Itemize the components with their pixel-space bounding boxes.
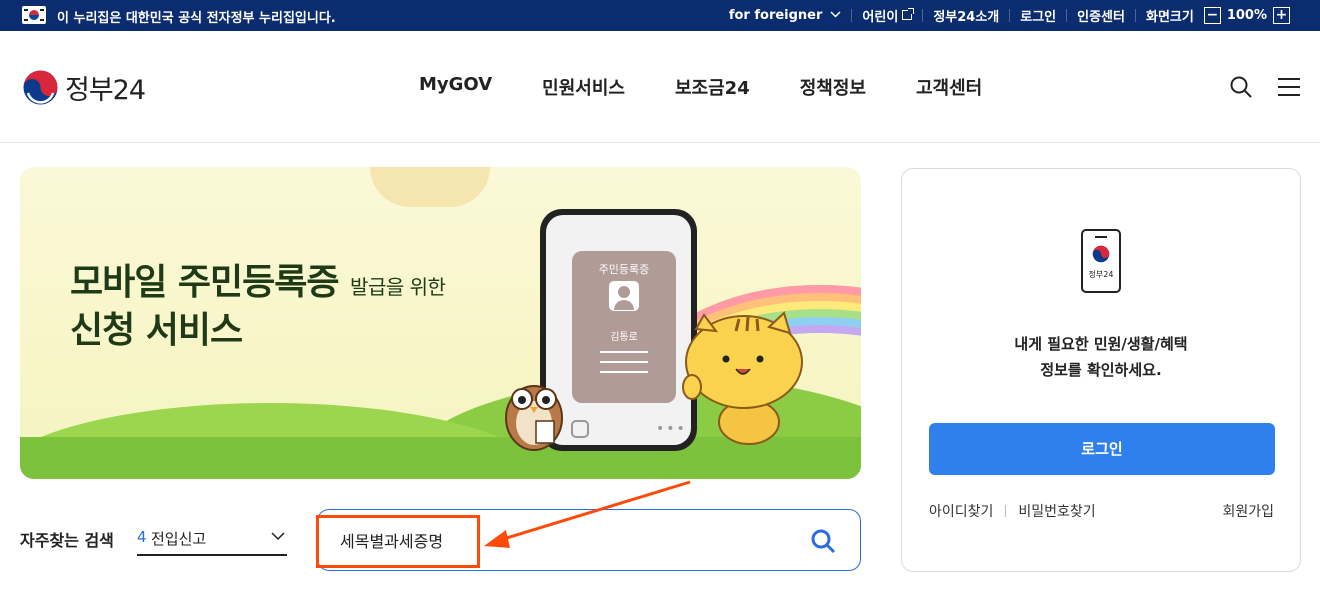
sign-up-link[interactable]: 회원가입 [1222,501,1274,521]
banner-title-line1: 모바일 주민등록증 발급을 위한 [70,253,446,305]
screen-size-label: 화면크기 [1145,9,1194,25]
hamburger-menu-icon[interactable] [1278,78,1300,96]
taeguk-logo-icon [1092,245,1110,263]
site-header: 정부24 MyGOV 민원서비스 보조금24 정책정보 고객센터 [0,31,1320,143]
frequent-search-rank: 4 [137,528,147,546]
screen-size-control: 화면크기 − 100% + [1136,6,1302,25]
login-button[interactable]: 로그인 [929,423,1275,475]
about-gov24-link[interactable]: 정부24소개 [923,8,1011,25]
zoom-in-button[interactable]: + [1273,6,1290,24]
banner-title-small: 발급을 위한 [350,275,446,299]
login-message-line1: 내게 필요한 민원/생활/혜택 [1014,335,1188,353]
nav-customer-center[interactable]: 고객센터 [916,74,982,100]
korean-flag-icon [22,6,46,24]
for-foreigner-dropdown[interactable]: for foreigner [719,7,853,23]
external-link-icon [902,8,915,20]
login-message-line2: 정보를 확인하세요. [1040,361,1162,379]
chevron-down-icon [830,10,841,21]
mobile-id-banner[interactable]: 모바일 주민등록증 발급을 위한 신청 서비스 주민등록증 김통로 ••• [20,167,861,479]
gov24-logo[interactable]: 정부24 [22,68,146,107]
squirrel-mascot-illustration [674,307,804,447]
banner-title-line2: 신청 서비스 [70,310,243,351]
top-login-label: 로그인 [1020,9,1057,25]
chevron-down-icon [271,528,285,542]
top-login-link[interactable]: 로그인 [1010,8,1068,25]
nav-policy-info[interactable]: 정책정보 [800,74,866,100]
frequent-search-label: 자주찾는 검색 [20,531,114,550]
divider [1005,505,1007,517]
find-password-link[interactable]: 비밀번호찾기 [1018,501,1095,521]
zoom-level: 100% [1226,7,1267,23]
logo-text: 정부24 [65,75,146,106]
nav-civil-service[interactable]: 민원서비스 [542,74,625,100]
kids-link[interactable]: 어린이 [852,8,924,25]
main-nav: MyGOV 민원서비스 보조금24 정책정보 고객센터 [394,74,1007,100]
id-card-label: 주민등록증 [598,263,650,276]
about-gov24-label: 정부24소개 [933,9,1000,25]
arrow-annotation [484,480,691,548]
nav-subsidy24[interactable]: 보조금24 [675,74,750,100]
cert-center-link[interactable]: 인증센터 [1067,8,1136,25]
banner-title-bold: 모바일 주민등록증 [70,262,339,303]
highlight-box-annotation [316,515,480,568]
login-panel: 정부24 내게 필요한 민원/생활/혜택 정보를 확인하세요. 로그인 아이디찾… [901,168,1301,572]
id-card-name: 김통로 [610,332,638,343]
owl-mascot-illustration [500,363,568,453]
cert-center-label: 인증센터 [1077,9,1125,25]
avatar-icon [609,281,639,311]
for-foreigner-label: for foreigner [728,7,823,23]
search-icon[interactable] [810,528,836,554]
zoom-out-button[interactable]: − [1203,6,1221,24]
search-icon[interactable] [1229,75,1253,99]
id-card-illustration: 주민등록증 김통로 [572,251,676,403]
taeguk-logo-icon [22,69,59,106]
frequent-search-term: 전입신고 [151,530,207,548]
mobile-device-icon: 정부24 [1081,229,1121,293]
find-id-link[interactable]: 아이디찾기 [929,501,993,521]
nav-mygov[interactable]: MyGOV [419,74,492,100]
login-message: 내게 필요한 민원/생활/혜택 정보를 확인하세요. [902,331,1300,383]
gov-notice-text: 이 누리집은 대한민국 공식 전자정부 누리집입니다. [57,11,336,26]
cloud-decoration [370,167,490,207]
kids-label: 어린이 [862,9,899,25]
device-text: 정부24 [1088,270,1114,279]
gov-identity-bar: 이 누리집은 대한민국 공식 전자정부 누리집입니다. for foreigne… [0,0,1320,31]
frequent-search-select[interactable]: 4 전입신고 [137,526,287,556]
